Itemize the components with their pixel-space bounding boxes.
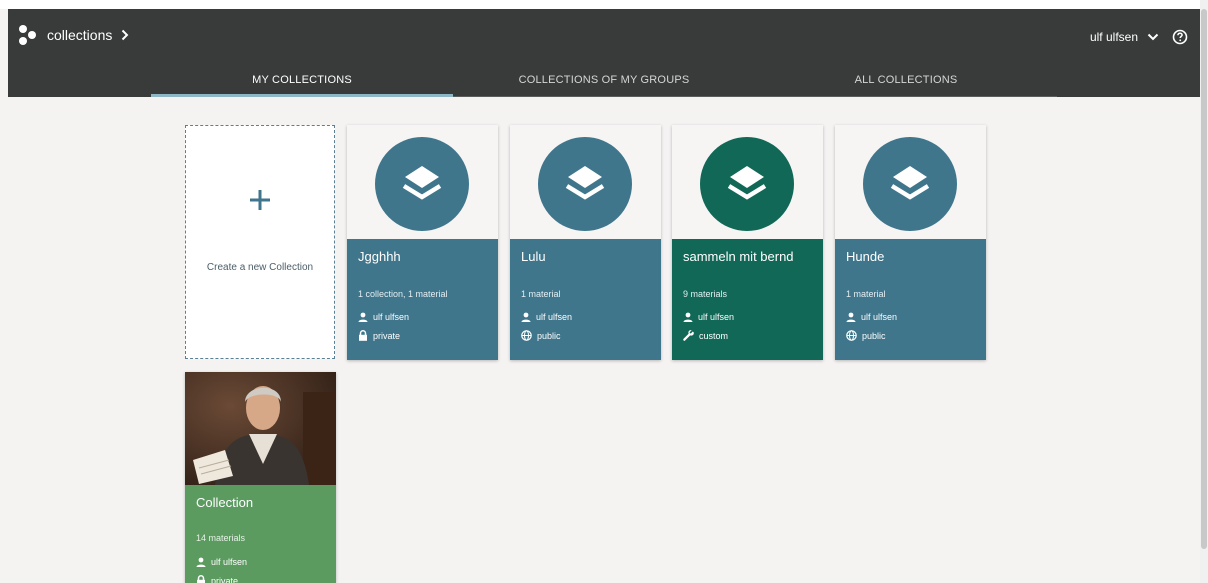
collection-meta: 1 material [521,289,561,299]
collection-icon-circle [700,137,794,231]
scope-label: custom [699,330,729,341]
top-strip [0,0,1208,9]
scrollbar-thumb[interactable] [1201,9,1207,549]
collection-title: Collection [196,495,254,510]
collection-scope: custom [683,330,728,341]
scope-label: public [862,330,886,341]
plus-icon [250,190,270,210]
collection-scope: private [358,330,400,341]
help-icon[interactable] [1172,29,1188,45]
person-icon [846,312,856,322]
collection-title: Lulu [521,249,546,264]
collection-owner: ulf ulfsen [521,312,572,322]
tab-collections-of-my-groups[interactable]: COLLECTIONS OF MY GROUPS [453,71,755,97]
collection-owner: ulf ulfsen [196,557,247,567]
collection-preview-image [185,372,336,485]
collection-meta: 14 materials [196,533,246,543]
owner-name: ulf ulfsen [211,557,248,567]
collection-owner: ulf ulfsen [358,312,409,322]
layers-icon [402,166,442,200]
collection-card[interactable]: Jgghhh 1 collection, 1 material ulf ulfs… [347,125,498,360]
person-icon [521,312,531,322]
collection-scope: public [521,330,561,341]
tab-all-collections[interactable]: ALL COLLECTIONS [755,71,1057,97]
collection-title: sammeln mit bernd [683,249,794,264]
wrench-icon [683,330,694,341]
person-icon [358,312,368,322]
layers-icon [565,166,605,200]
collection-info: Hunde 1 material ulf ulfsen public [835,239,986,360]
collection-owner: ulf ulfsen [683,312,734,322]
collection-title: Hunde [846,249,885,264]
person-icon [196,557,206,567]
user-name: ulf ulfsen [1089,30,1138,44]
brand-label: collections [47,27,113,43]
collection-scope: public [846,330,886,341]
collection-meta: 1 material [846,289,886,299]
app-header: collections ulf ulfsen MY COLLECTIONS CO… [8,9,1200,97]
brand[interactable]: collections [18,25,129,45]
owner-name: ulf ulfsen [373,312,410,322]
collection-scope: private [196,575,238,583]
collection-info: Lulu 1 material ulf ulfsen public [510,239,661,360]
page-scrollbar[interactable] [1200,0,1208,583]
lock-icon [359,330,367,341]
collection-meta: 1 collection, 1 material [358,289,448,299]
tab-my-collections[interactable]: MY COLLECTIONS [151,71,453,97]
collections-logo-icon [19,25,36,45]
collection-meta: 9 materials [683,289,728,299]
globe-icon [521,330,532,341]
user-menu[interactable]: ulf ulfsen [1090,29,1188,45]
scope-label: private [373,330,401,341]
collection-info: Jgghhh 1 collection, 1 material ulf ulfs… [347,239,498,360]
chevron-down-icon[interactable] [1147,33,1159,41]
create-collection-label: Create a new Collection [206,262,314,273]
collection-owner: ulf ulfsen [846,312,897,322]
collection-info: sammeln mit bernd 9 materials ulf ulfsen… [672,239,823,360]
collection-card[interactable]: Collection 14 materials ulf ulfsen priva… [185,372,336,583]
globe-icon [846,330,857,341]
scope-label: private [211,575,239,583]
collection-info: Collection 14 materials ulf ulfsen priva… [185,485,336,583]
collection-title: Jgghhh [358,249,401,264]
collection-card[interactable]: Hunde 1 material ulf ulfsen public [835,125,986,360]
scope-label: public [537,330,561,341]
create-collection-card[interactable]: Create a new Collection [185,125,335,359]
collection-tabs: MY COLLECTIONS COLLECTIONS OF MY GROUPS … [151,71,1058,97]
layers-icon [890,166,930,200]
owner-name: ulf ulfsen [698,312,735,322]
chevron-right-icon [122,29,129,41]
lock-icon [197,575,205,583]
collection-icon-circle [863,137,957,231]
layers-icon [727,166,767,200]
collection-card[interactable]: sammeln mit bernd 9 materials ulf ulfsen… [672,125,823,360]
collection-card[interactable]: Lulu 1 material ulf ulfsen public [510,125,661,360]
collection-icon-circle [375,137,469,231]
owner-name: ulf ulfsen [861,312,898,322]
person-icon [683,312,693,322]
collection-icon-circle [538,137,632,231]
owner-name: ulf ulfsen [536,312,573,322]
